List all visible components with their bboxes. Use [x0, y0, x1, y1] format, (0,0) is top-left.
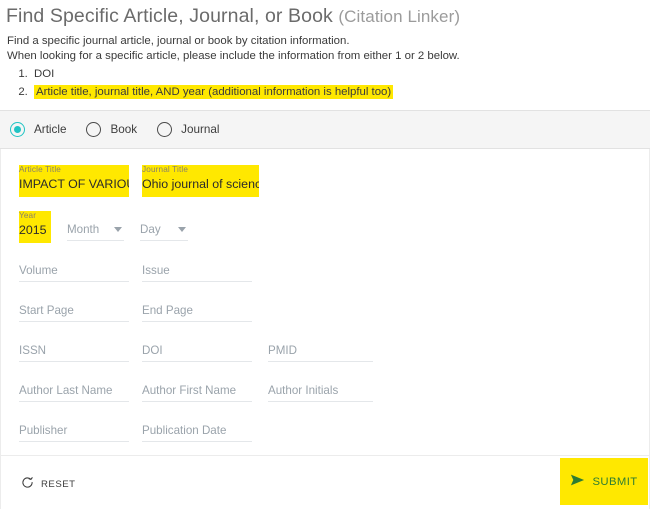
field-underline	[142, 321, 252, 322]
publication-date-placeholder: Publication Date	[142, 424, 227, 437]
author-initials-field[interactable]: Author Initials	[268, 380, 373, 412]
start-page-placeholder: Start Page	[19, 304, 74, 317]
month-dropdown[interactable]: Month	[67, 219, 124, 249]
chevron-down-icon[interactable]	[178, 227, 186, 232]
field-underline	[19, 238, 51, 239]
field-underline	[19, 321, 129, 322]
author-last-name-placeholder: Author Last Name	[19, 384, 113, 397]
issue-placeholder: Issue	[142, 264, 170, 277]
year-label: Year	[19, 211, 37, 220]
radio-option-book[interactable]: Book	[86, 122, 137, 137]
submit-button-content: SUBMIT	[570, 474, 637, 489]
publisher-placeholder: Publisher	[19, 424, 68, 437]
radio-unselected-icon[interactable]	[157, 122, 173, 137]
radio-selected-icon[interactable]	[10, 122, 25, 137]
page-title: Find Specific Article, Journal, or Book …	[6, 4, 650, 29]
radio-label-book: Book	[110, 123, 138, 136]
issn-field[interactable]: ISSN	[19, 340, 129, 372]
form-footer: RESET	[0, 455, 650, 509]
issue-field[interactable]: Issue	[142, 260, 252, 292]
month-placeholder: Month	[67, 223, 100, 236]
field-underline	[142, 401, 252, 402]
field-underline	[19, 401, 129, 402]
publication-date-field[interactable]: Publication Date	[142, 420, 252, 452]
day-placeholder: Day	[140, 223, 161, 236]
volume-field[interactable]: Volume	[19, 260, 129, 292]
field-underline	[142, 192, 259, 193]
description-line-1: Find a specific journal article, journal…	[7, 35, 350, 47]
article-title-label: Article Title	[19, 165, 61, 174]
requirement-item: DOI	[31, 66, 650, 82]
article-title-value: IMPACT OF VARIOUS CA	[19, 177, 129, 191]
field-underline	[19, 281, 129, 282]
radio-label-article: Article	[34, 123, 67, 136]
publisher-field[interactable]: Publisher	[19, 420, 129, 452]
doi-field[interactable]: DOI	[142, 340, 252, 372]
year-value: 2015	[19, 223, 47, 237]
page-title-sub: (Citation Linker)	[338, 7, 461, 26]
page-title-main: Find Specific Article, Journal, or Book	[6, 5, 333, 27]
field-underline	[19, 361, 129, 362]
field-underline	[142, 281, 252, 282]
author-last-name-field[interactable]: Author Last Name	[19, 380, 129, 412]
issn-placeholder: ISSN	[19, 344, 47, 357]
day-dropdown[interactable]: Day	[140, 219, 188, 249]
description-line-2: When looking for a specific article, ple…	[7, 49, 460, 62]
requirement-text: DOI	[34, 68, 55, 80]
year-field[interactable]: Year 2015	[19, 211, 51, 243]
end-page-placeholder: End Page	[142, 304, 193, 317]
citation-linker-page: Find Specific Article, Journal, or Book …	[0, 0, 650, 509]
start-page-field[interactable]: Start Page	[19, 300, 129, 332]
journal-title-field[interactable]: Journal Title Ohio journal of science	[142, 165, 259, 197]
article-title-field[interactable]: Article Title IMPACT OF VARIOUS CA	[19, 165, 129, 197]
field-underline	[140, 240, 188, 241]
field-underline	[142, 361, 252, 362]
field-underline	[19, 441, 129, 442]
requirement-text-highlighted: Article title, journal title, AND year (…	[34, 85, 394, 99]
end-page-field[interactable]: End Page	[142, 300, 252, 332]
field-underline	[268, 361, 373, 362]
radio-option-article[interactable]: Article	[10, 122, 66, 137]
pmid-field[interactable]: PMID	[268, 340, 373, 372]
radio-unselected-icon[interactable]	[86, 122, 102, 137]
doi-placeholder: DOI	[142, 344, 163, 357]
submit-label: SUBMIT	[592, 475, 638, 488]
send-icon	[570, 474, 585, 489]
volume-placeholder: Volume	[19, 264, 58, 277]
author-initials-placeholder: Author Initials	[268, 384, 339, 397]
field-underline	[142, 441, 252, 442]
requirement-item: Article title, journal title, AND year (…	[31, 84, 650, 100]
radio-option-journal[interactable]: Journal	[157, 122, 219, 137]
radio-label-journal: Journal	[181, 123, 220, 136]
refresh-icon	[21, 476, 34, 492]
page-description: Find a specific journal article, journal…	[6, 34, 650, 63]
field-underline	[19, 192, 129, 193]
journal-title-label: Journal Title	[142, 165, 189, 174]
field-underline	[268, 401, 373, 402]
pmid-placeholder: PMID	[268, 344, 297, 357]
page-header: Find Specific Article, Journal, or Book …	[0, 0, 650, 100]
author-first-name-field[interactable]: Author First Name	[142, 380, 252, 412]
resource-type-selector: Article Book Journal	[0, 110, 650, 149]
chevron-down-icon[interactable]	[114, 227, 122, 232]
submit-button[interactable]: SUBMIT	[560, 458, 648, 505]
field-underline	[67, 240, 124, 241]
reset-button[interactable]: RESET	[19, 472, 82, 496]
journal-title-value: Ohio journal of science	[142, 177, 259, 191]
reset-label: RESET	[41, 478, 76, 490]
author-first-name-placeholder: Author First Name	[142, 384, 237, 397]
requirements-list: DOI Article title, journal title, AND ye…	[6, 66, 650, 100]
